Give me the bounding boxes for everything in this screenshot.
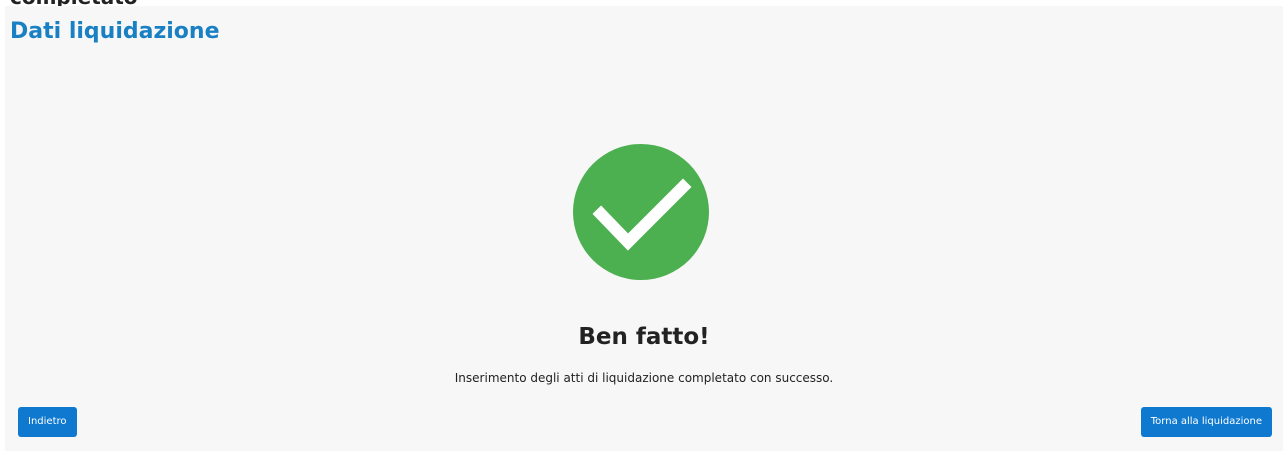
check-circle-icon (573, 144, 709, 280)
page-title: Dati liquidazione (10, 19, 220, 44)
back-button[interactable]: Indietro (18, 407, 77, 437)
success-heading: Ben fatto! (578, 324, 710, 350)
return-to-liquidation-button[interactable]: Torna alla liquidazione (1140, 407, 1272, 437)
liquidation-panel: Dati liquidazione Ben fatto! Inserimento… (5, 6, 1283, 451)
success-message: Inserimento degli atti di liquidazione c… (454, 371, 834, 385)
